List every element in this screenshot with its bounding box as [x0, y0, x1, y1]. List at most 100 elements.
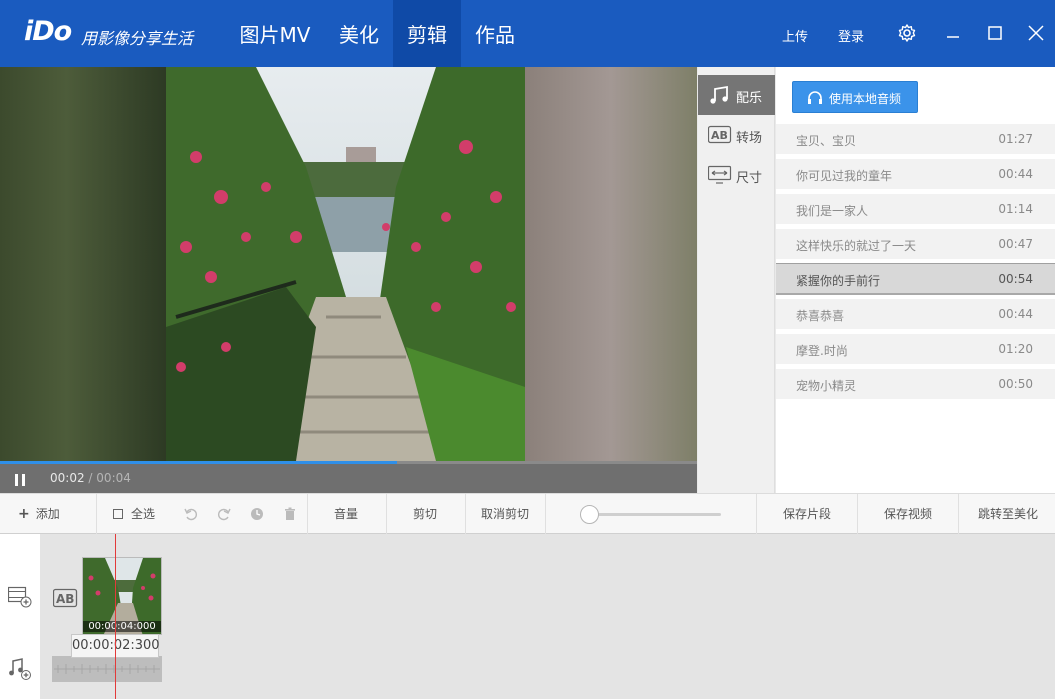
blurred-background-right: [525, 67, 697, 461]
track-duration: 00:47: [998, 237, 1033, 251]
title-bar: iDo 用影像分享生活 图片MV 美化 剪辑 作品 上传 登录: [0, 0, 1055, 67]
app-window: iDo 用影像分享生活 图片MV 美化 剪辑 作品 上传 登录 00:02 / …: [0, 0, 1055, 699]
tab-works[interactable]: 作品: [461, 0, 529, 67]
divider: [96, 494, 97, 534]
music-track-4-selected[interactable]: 紧握你的手前行 00:54: [776, 263, 1055, 295]
side-tab-bar: 配乐 AB 转场 尺寸: [698, 67, 775, 493]
preview-photo-garden-path: [166, 67, 525, 461]
cancel-cut-button[interactable]: 取消剪切: [481, 494, 529, 534]
divider: [386, 494, 387, 534]
select-all-button[interactable]: 全选: [113, 494, 155, 534]
add-button[interactable]: + 添加: [18, 494, 60, 534]
playback-progress-fill: [0, 461, 398, 464]
track-name: 我们是一家人: [796, 204, 869, 218]
track-duration: 00:50: [998, 377, 1033, 391]
svg-text:AB: AB: [56, 592, 74, 606]
select-all-icon: [113, 509, 123, 519]
add-video-track-icon[interactable]: [7, 586, 32, 612]
clock-icon[interactable]: [250, 507, 264, 521]
track-name: 紧握你的手前行: [796, 274, 881, 288]
goto-beautify-button[interactable]: 跳转至美化: [978, 494, 1038, 534]
delete-trash-icon[interactable]: [283, 507, 297, 521]
screen-size-icon: [708, 165, 732, 184]
close-icon[interactable]: [1025, 22, 1047, 44]
track-duration: 00:54: [998, 272, 1033, 286]
video-clip-thumbnail[interactable]: 00:00:04:000: [82, 557, 162, 635]
music-note-icon: [710, 85, 728, 104]
track-duration: 00:44: [998, 167, 1033, 181]
music-track-7[interactable]: 宠物小精灵 00:50: [776, 369, 1055, 399]
waveform: [54, 664, 160, 674]
divider: [756, 494, 757, 534]
track-name: 摩登.时尚: [796, 344, 848, 358]
track-name: 宠物小精灵: [796, 379, 857, 393]
timeline-track-icons: [0, 534, 40, 699]
cut-button[interactable]: 剪切: [413, 494, 437, 534]
minimize-icon[interactable]: [942, 22, 964, 44]
tab-edit[interactable]: 剪辑: [393, 0, 461, 67]
login-button[interactable]: 登录: [838, 26, 864, 45]
ab-transition-icon: AB: [708, 125, 732, 144]
divider: [958, 494, 959, 534]
use-local-audio-label: 使用本地音频: [829, 92, 902, 106]
music-panel: 使用本地音频 宝贝、宝贝 01:27 你可见过我的童年 00:44 我们是一家人 01…: [776, 67, 1055, 493]
edit-toolbar: + 添加 全选 音量 剪切 取消剪切 保存片段 保存视频 跳转至美化: [0, 493, 1055, 534]
zoom-slider-track[interactable]: [598, 513, 721, 516]
side-tab-size-label: 尺寸: [736, 171, 763, 186]
music-track-2[interactable]: 我们是一家人 01:14: [776, 194, 1055, 224]
tab-picture-mv[interactable]: 图片MV: [225, 0, 325, 67]
save-video-button[interactable]: 保存视频: [884, 494, 932, 534]
clip-duration: 00:00:04:000: [83, 621, 161, 632]
audio-waveform-track[interactable]: [52, 656, 162, 682]
maximize-icon[interactable]: [984, 22, 1006, 44]
select-all-label: 全选: [131, 507, 156, 521]
current-time: 00:02: [50, 471, 85, 485]
divider: [857, 494, 858, 534]
settings-gear-icon[interactable]: [896, 22, 918, 44]
zoom-slider-knob[interactable]: [580, 505, 599, 524]
redo-icon[interactable]: [217, 507, 231, 521]
undo-icon[interactable]: [184, 507, 198, 521]
time-separator: /: [88, 471, 93, 485]
add-audio-track-icon[interactable]: [8, 658, 32, 684]
divider: [465, 494, 466, 534]
music-track-6[interactable]: 摩登.时尚 01:20: [776, 334, 1055, 364]
side-tab-size[interactable]: 尺寸: [698, 155, 775, 195]
player-control-bar: 00:02 / 00:04: [0, 461, 697, 493]
divider: [307, 494, 308, 534]
music-track-1[interactable]: 你可见过我的童年 00:44: [776, 159, 1055, 189]
track-duration: 01:14: [998, 202, 1033, 216]
save-segment-button[interactable]: 保存片段: [783, 494, 831, 534]
pause-icon[interactable]: [14, 472, 28, 486]
tab-beautify[interactable]: 美化: [325, 0, 393, 67]
plus-icon: +: [18, 506, 30, 522]
playback-progress-bar[interactable]: [0, 461, 697, 464]
app-slogan: 用影像分享生活: [81, 29, 194, 48]
total-time: 00:04: [96, 471, 131, 485]
track-name: 这样快乐的就过了一天: [796, 239, 917, 253]
volume-button[interactable]: 音量: [334, 494, 358, 534]
side-tab-transition[interactable]: AB 转场: [698, 115, 775, 155]
track-duration: 01:27: [998, 132, 1033, 146]
upload-button[interactable]: 上传: [782, 26, 808, 45]
ab-transition-slot-icon[interactable]: AB: [52, 588, 78, 608]
blurred-background-left: [0, 67, 166, 461]
use-local-audio-button[interactable]: 使用本地音频: [792, 81, 918, 113]
add-label: 添加: [35, 507, 60, 521]
music-track-0[interactable]: 宝贝、宝贝 01:27: [776, 124, 1055, 154]
app-logo: iDo: [24, 16, 72, 47]
timeline-area[interactable]: [40, 534, 1055, 699]
track-name: 恭喜恭喜: [796, 309, 845, 323]
playback-time: 00:02 / 00:04: [50, 471, 131, 485]
music-track-5[interactable]: 恭喜恭喜 00:44: [776, 299, 1055, 329]
svg-text:AB: AB: [711, 129, 728, 142]
side-tab-music[interactable]: 配乐: [698, 75, 775, 115]
divider: [545, 494, 546, 534]
music-track-3[interactable]: 这样快乐的就过了一天 00:47: [776, 229, 1055, 259]
track-name: 宝贝、宝贝: [796, 134, 857, 148]
side-tab-music-label: 配乐: [736, 91, 763, 106]
side-tab-transition-label: 转场: [736, 131, 763, 146]
video-preview[interactable]: [0, 67, 697, 461]
timeline-playhead[interactable]: [115, 534, 116, 699]
track-duration: 00:44: [998, 307, 1033, 321]
